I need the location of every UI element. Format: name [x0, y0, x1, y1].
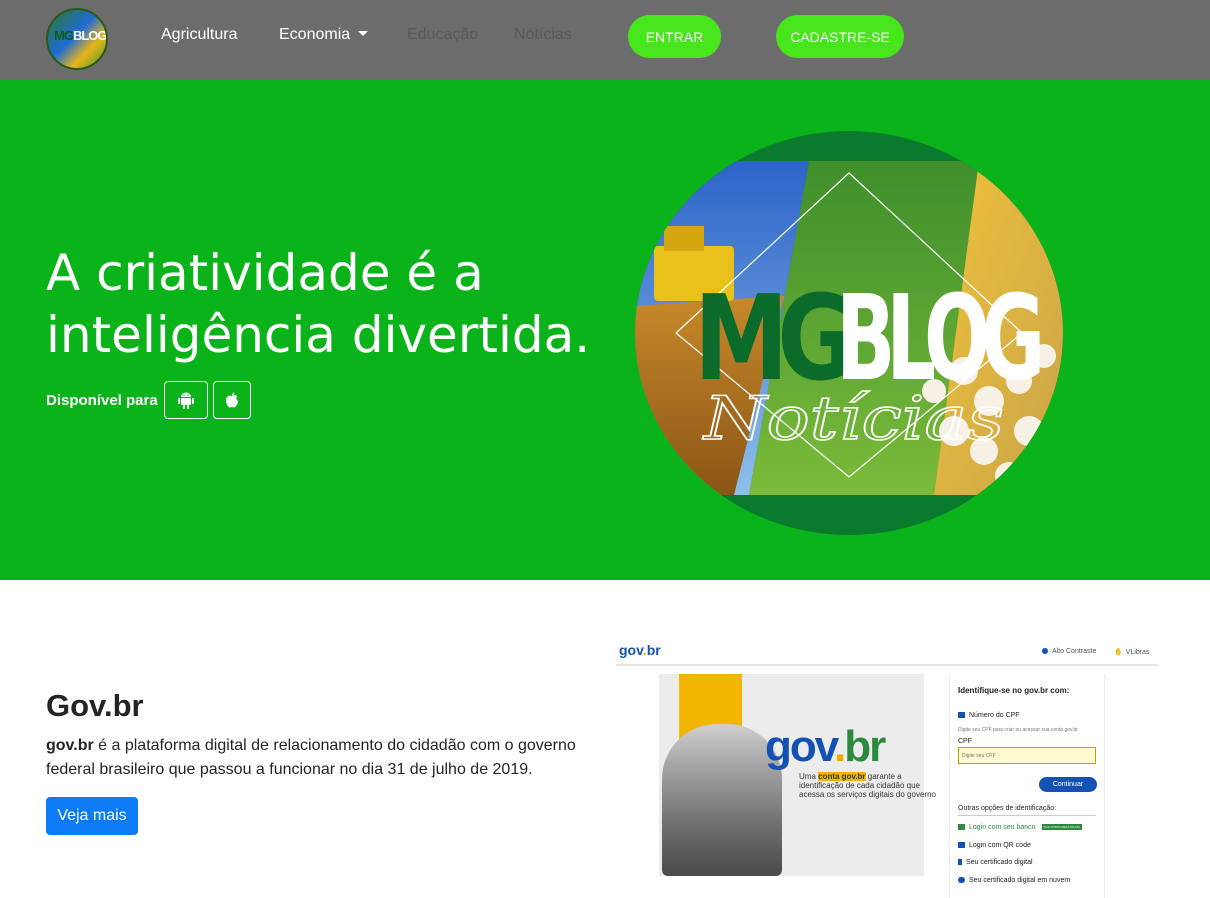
section-title: Gov.br	[46, 688, 144, 723]
banner-logo-p1: gov	[765, 722, 836, 771]
banner-govbr-logo: gov.br	[765, 722, 886, 772]
apple-store-button[interactable]	[212, 381, 251, 419]
section-description-bold: gov.br	[46, 737, 94, 754]
bank-icon	[958, 824, 965, 830]
banner-caption-part1: Uma	[799, 772, 819, 781]
govbr-logo-p3: br	[646, 642, 661, 658]
nav-item-educacao[interactable]: Educação	[407, 26, 478, 44]
brand-blog: BLOG	[72, 28, 107, 43]
continue-button[interactable]: Continuar	[1039, 777, 1097, 792]
certificate-icon	[958, 859, 962, 865]
banner-person-photo	[662, 724, 782, 876]
other-option-cloud-certificate-label: Seu certificado digital em nuvem	[969, 877, 1071, 884]
govbr-header: gov.br Alto Contraste ✋ VLibras	[616, 636, 1158, 666]
other-option-qr[interactable]: Login com QR code	[958, 842, 1031, 849]
cpf-option-label: Número do CPF	[969, 712, 1020, 719]
bank-badge: SUA CONTA SERÁ PRATA	[1041, 824, 1082, 830]
login-button[interactable]: ENTRAR	[628, 15, 721, 58]
brand-mg: MG	[54, 28, 74, 43]
navbar: MGBLOG Agricultura Economia Educação Not…	[0, 0, 1210, 80]
other-option-certificate-label: Seu certificado digital	[966, 859, 1033, 866]
cpf-label: CPF	[958, 738, 972, 745]
cpf-option: Número do CPF	[958, 712, 1020, 719]
govbr-logo: gov.br	[619, 642, 661, 658]
nav-item-economia[interactable]: Economia	[279, 26, 369, 44]
chevron-down-icon	[358, 31, 369, 36]
section-description-rest: é a plataforma digital de relacionamento…	[46, 737, 576, 778]
banner-caption: Uma conta gov.br garante a identificação…	[799, 772, 939, 799]
panel-divider	[958, 815, 1096, 816]
signup-button[interactable]: CADASTRE-SE	[776, 15, 904, 58]
govbr-high-contrast-label: Alto Contraste	[1052, 648, 1097, 655]
mgblog-hero-logo: MG BLOG Notícias	[635, 131, 1063, 535]
contrast-icon	[1042, 648, 1048, 654]
banner-logo-p3: br	[844, 722, 886, 771]
see-more-button[interactable]: Veja mais	[46, 797, 138, 835]
govbr-banner: gov.br Uma conta gov.br garante a identi…	[659, 674, 936, 876]
govbr-logo-p1: gov	[619, 642, 643, 658]
qr-code-icon	[958, 842, 965, 848]
logo-noticias-text: Notícias	[702, 384, 1004, 454]
brand-logo-text: MGBLOG	[54, 28, 107, 43]
android-store-button[interactable]	[163, 381, 208, 419]
cloud-icon	[958, 877, 965, 883]
govbr-screenshot-image: gov.br Alto Contraste ✋ VLibras gov.br Um…	[616, 636, 1158, 898]
govbr-login-panel: Identifique-se no gov.br com: Número do …	[949, 674, 1105, 898]
banner-caption-highlight: conta gov.br	[818, 772, 866, 781]
cpf-hint: Digite seu CPF para criar ou acessar sua…	[958, 727, 1078, 733]
nav-item-economia-label: Economia	[279, 26, 351, 43]
cpf-input[interactable]	[958, 747, 1096, 764]
other-options-title: Outras opções de identificação:	[958, 805, 1057, 812]
section-description: gov.br é a plataforma digital de relacio…	[46, 734, 596, 782]
id-card-icon	[958, 712, 965, 718]
hero-title: A criatividade é a inteligência divertid…	[46, 244, 591, 364]
govbr-vlibras-label: VLibras	[1125, 649, 1150, 656]
other-option-cloud-certificate[interactable]: Seu certificado digital em nuvem	[958, 877, 1070, 884]
hero-section: A criatividade é a inteligência divertid…	[0, 80, 1210, 580]
other-option-certificate[interactable]: Seu certificado digital	[958, 859, 1033, 866]
other-option-bank[interactable]: Login com seu banco SUA CONTA SERÁ PRATA	[958, 824, 1082, 831]
govbr-high-contrast: Alto Contraste	[1042, 648, 1096, 655]
nav-item-agricultura[interactable]: Agricultura	[161, 26, 237, 44]
govbr-vlibras: ✋ VLibras	[1114, 648, 1149, 656]
app-availability: Disponível para	[46, 381, 256, 419]
other-option-bank-label: Login com seu banco	[969, 824, 1036, 831]
banner-logo-p2: .	[833, 722, 846, 771]
panel-title: Identifique-se no gov.br com:	[958, 686, 1070, 695]
hand-icon: ✋	[1114, 649, 1123, 656]
other-option-qr-label: Login com QR code	[969, 842, 1031, 849]
nav-item-noticias[interactable]: Notícias	[514, 26, 572, 44]
android-icon	[177, 392, 194, 409]
apple-icon	[225, 392, 238, 408]
available-label: Disponível para	[46, 391, 158, 409]
brand-logo[interactable]: MGBLOG	[46, 8, 108, 70]
